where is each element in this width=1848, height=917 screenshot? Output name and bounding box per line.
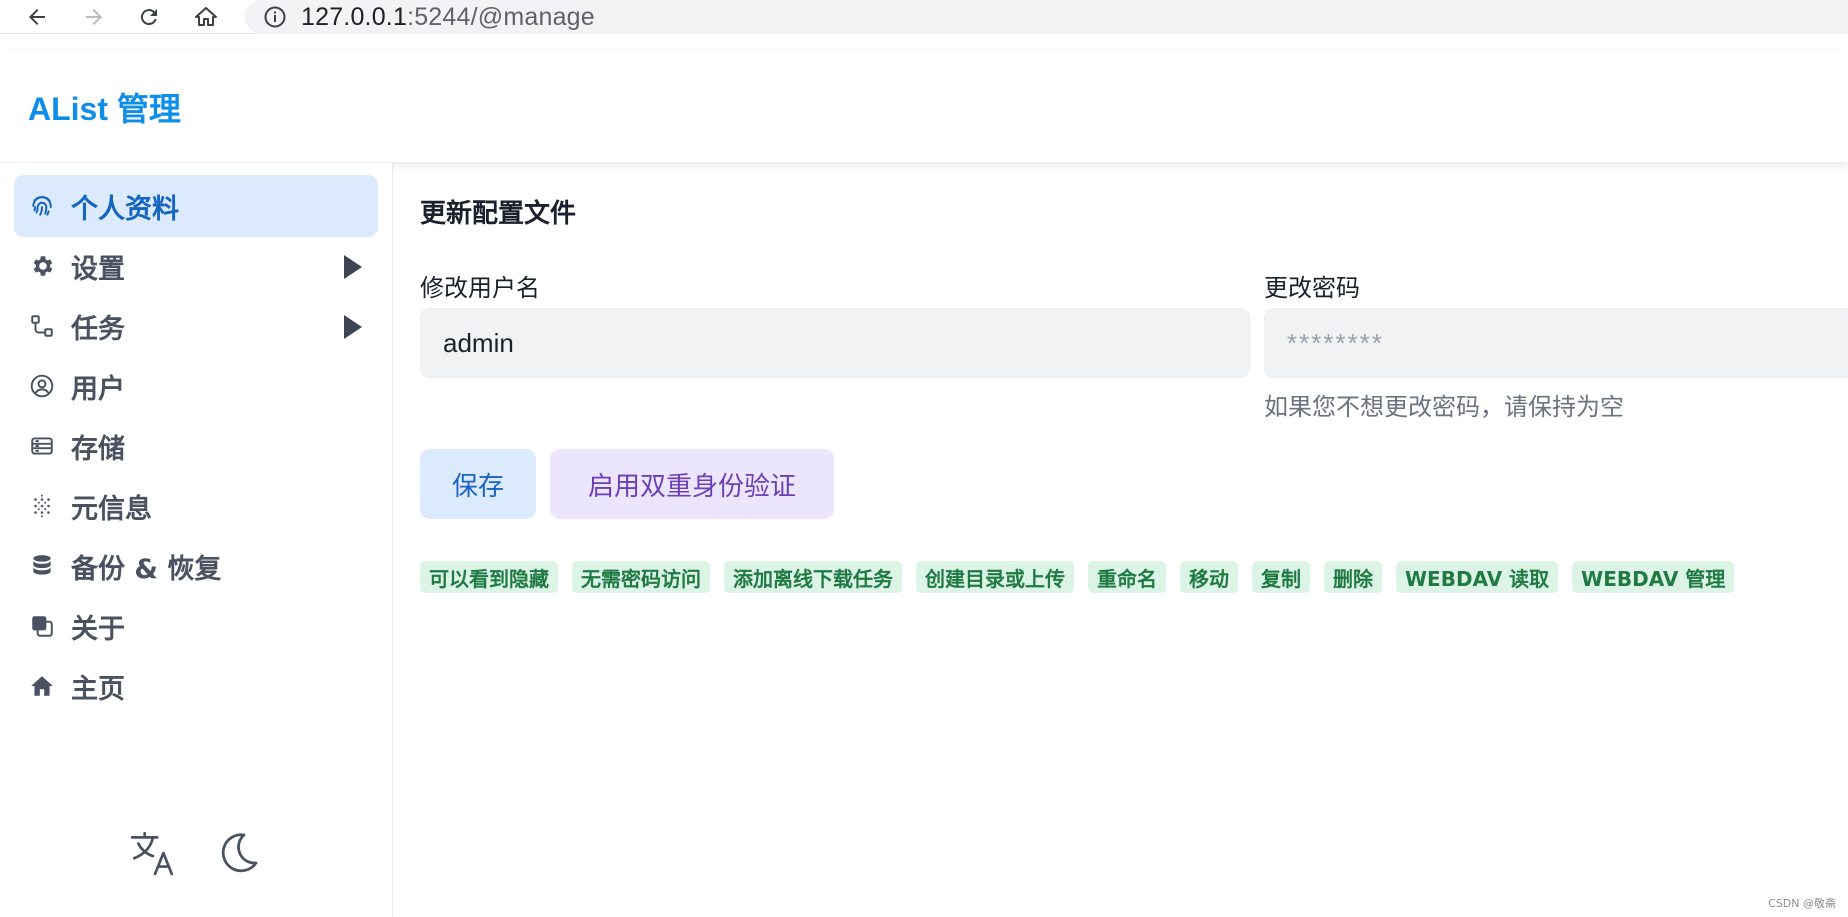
sidebar-item-metadata[interactable]: 元信息 [14, 475, 378, 537]
home-icon[interactable] [191, 2, 221, 32]
main-content: 更新配置文件 修改用户名 更改密码 如果您不想更改密码，请保持为空 保存 启用双… [394, 163, 1848, 917]
sidebar-item-users[interactable]: 用户 [14, 355, 378, 417]
workflow-icon [28, 312, 56, 340]
info-icon[interactable] [263, 5, 287, 29]
page-title: 更新配置文件 [420, 199, 577, 229]
username-input[interactable] [420, 308, 1250, 378]
permission-badges: 可以看到隐藏 无需密码访问 添加离线下载任务 创建目录或上传 重命名 移动 复制… [420, 561, 1735, 593]
moon-icon[interactable] [213, 828, 263, 878]
permission-badge: 创建目录或上传 [916, 561, 1074, 593]
about-icon [28, 612, 56, 640]
permission-badge: 移动 [1180, 561, 1238, 593]
sidebar-item-settings[interactable]: 设置 [14, 235, 378, 297]
url-text: 127.0.0.1:5244/@manage [301, 2, 595, 31]
sidebar-item-about[interactable]: 关于 [14, 595, 378, 657]
app-header: AList 管理 [0, 50, 1848, 162]
gear-icon [28, 252, 56, 280]
sidebar-item-label: 个人资料 [71, 193, 179, 225]
storage-icon [28, 432, 56, 460]
reload-icon[interactable] [134, 2, 164, 32]
back-icon[interactable] [22, 2, 52, 32]
address-bar[interactable]: 127.0.0.1:5244/@manage [245, 0, 1848, 34]
app-title[interactable]: AList 管理 [28, 84, 181, 130]
sidebar-item-label: 任务 [71, 313, 125, 345]
metadata-icon [28, 492, 56, 520]
permission-badge: WEBDAV 管理 [1572, 561, 1735, 593]
user-circle-icon [28, 372, 56, 400]
fingerprint-icon [28, 192, 56, 220]
permission-badge: 可以看到隐藏 [420, 561, 558, 593]
sidebar-item-label: 元信息 [71, 493, 152, 525]
home-icon [28, 672, 56, 700]
sidebar-item-storage[interactable]: 存储 [14, 415, 378, 477]
expand-arrow-icon[interactable] [344, 315, 362, 339]
forward-icon[interactable] [79, 2, 109, 32]
sidebar-item-label: 主页 [71, 673, 125, 705]
database-icon [28, 552, 56, 580]
sidebar: 个人资料 设置 任务 用户 存储 元信息 备份 & 恢复 关于 主页 [0, 163, 393, 917]
translate-icon[interactable] [128, 828, 178, 878]
password-label: 更改密码 [1264, 274, 1360, 302]
permission-badge: 重命名 [1088, 561, 1166, 593]
sidebar-item-label: 关于 [71, 613, 125, 645]
password-input[interactable] [1264, 308, 1848, 378]
sidebar-item-label: 存储 [71, 433, 125, 465]
permission-badge: 无需密码访问 [572, 561, 710, 593]
sidebar-item-label: 设置 [71, 253, 125, 285]
permission-badge: 复制 [1252, 561, 1310, 593]
browser-toolbar: 127.0.0.1:5244/@manage [0, 0, 1848, 34]
sidebar-item-home[interactable]: 主页 [14, 655, 378, 717]
sidebar-item-label: 用户 [71, 373, 125, 405]
permission-badge: 添加离线下载任务 [724, 561, 902, 593]
sidebar-item-profile[interactable]: 个人资料 [14, 175, 378, 237]
save-button[interactable]: 保存 [420, 449, 536, 519]
sidebar-item-tasks[interactable]: 任务 [14, 295, 378, 357]
expand-arrow-icon[interactable] [344, 255, 362, 279]
permission-badge: 删除 [1324, 561, 1382, 593]
password-hint: 如果您不想更改密码，请保持为空 [1264, 393, 1624, 421]
sidebar-item-label: 备份 & 恢复 [71, 553, 222, 585]
enable-2fa-button[interactable]: 启用双重身份验证 [550, 449, 834, 519]
permission-badge: WEBDAV 读取 [1396, 561, 1559, 593]
sidebar-item-backup-restore[interactable]: 备份 & 恢复 [14, 535, 378, 597]
username-label: 修改用户名 [420, 274, 540, 302]
watermark: CSDN @敬斋 [1768, 897, 1836, 910]
